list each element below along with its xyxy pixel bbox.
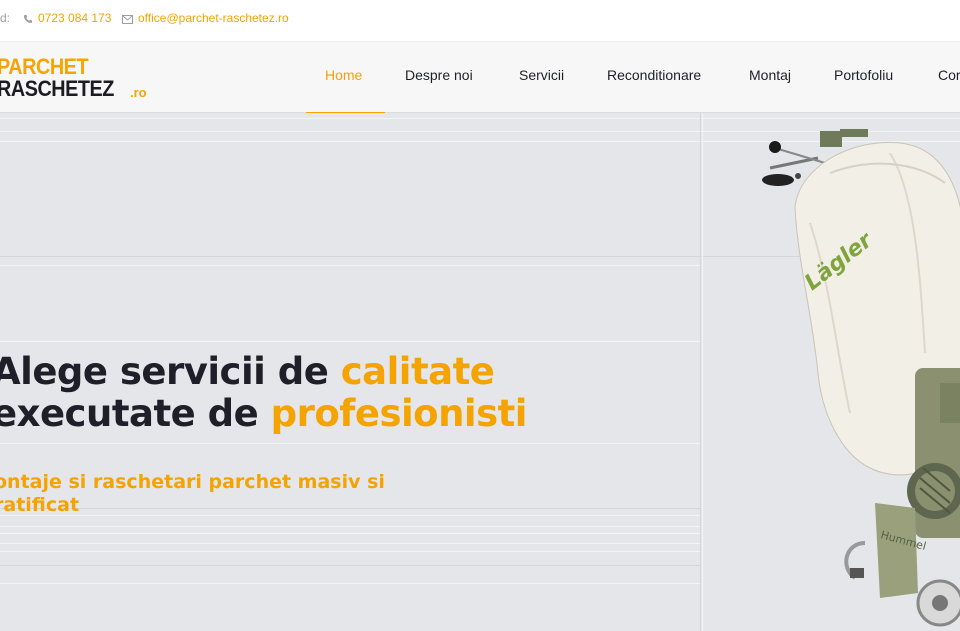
phone-link[interactable]: 0723 084 173 [23, 11, 111, 25]
board-line [0, 583, 700, 584]
headline-line2-accent: profesionisti [270, 392, 528, 435]
board-line [0, 565, 700, 566]
nav-contact[interactable]: Cor [938, 67, 960, 83]
board-line [0, 526, 700, 527]
hero-section: Alege servicii de calitate executate de … [0, 113, 960, 631]
envelope-icon [122, 15, 133, 24]
site-logo[interactable]: PARCHET RASCHETEZ .ro [0, 56, 157, 102]
nav-reconditionare[interactable]: Reconditionare [607, 67, 701, 83]
headline-line1-plain: Alege servicii de [0, 350, 341, 393]
board-line [0, 533, 700, 534]
headline-line1-accent: calitate [340, 350, 495, 393]
nav-home[interactable]: Home [325, 67, 362, 83]
board-line [0, 265, 700, 266]
board-seam [702, 113, 703, 631]
nav-montaj[interactable]: Montaj [749, 67, 791, 83]
nav-portofoliu[interactable]: Portofoliu [834, 67, 893, 83]
nav-servicii[interactable]: Servicii [519, 67, 564, 83]
email-link[interactable]: office@parchet-raschetez.ro [122, 11, 289, 25]
board-seam [700, 113, 701, 631]
email-address: office@parchet-raschetez.ro [138, 11, 289, 25]
phone-icon [24, 15, 32, 23]
board-line [0, 543, 700, 544]
headline-line2-plain: executate de [0, 392, 271, 435]
contact-label-fragment: d: [0, 11, 11, 25]
phone-number: 0723 084 173 [38, 11, 112, 25]
board-line [0, 341, 700, 342]
logo-line-1: PARCHET [0, 54, 89, 79]
board-line [0, 551, 700, 552]
board-line [0, 443, 700, 444]
nav-despre-noi[interactable]: Despre noi [405, 67, 473, 83]
site-header: PARCHET RASCHETEZ .ro Home Despre noi Se… [0, 42, 960, 113]
floor-sander-illustration: Lägler Hummel [762, 129, 960, 627]
logo-suffix: .ro [130, 85, 147, 100]
top-contact-bar: d: 0723 084 173 office@parchet-raschetez… [0, 0, 960, 42]
hero-subtitle: ontaje si raschetari parchet masiv si ra… [0, 471, 385, 516]
hero-headline: Alege servicii de calitate executate de … [0, 350, 528, 435]
logo-line-2: RASCHETEZ [0, 76, 114, 101]
